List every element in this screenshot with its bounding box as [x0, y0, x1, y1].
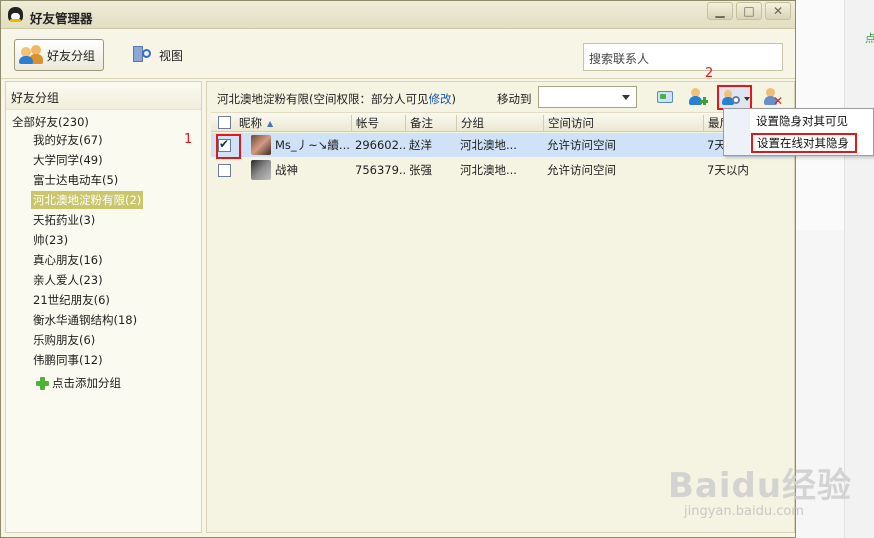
column-header-group[interactable]: 分组 — [456, 115, 543, 131]
window-title: 好友管理器 — [30, 11, 93, 26]
cell-space-access: 允许访问空间 — [547, 163, 616, 177]
view-icon — [131, 44, 155, 66]
row-checkbox[interactable] — [218, 164, 231, 177]
add-group-label: 点击添加分组 — [52, 376, 121, 390]
column-header-account[interactable]: 帐号 — [351, 115, 405, 131]
friend-groups-button[interactable]: 好友分组 — [14, 39, 104, 71]
invisibility-icon — [732, 96, 740, 104]
watermark-brand: Baidu经验 — [668, 466, 853, 506]
toolbar: 好友分组 视图 搜索联系人 — [1, 29, 795, 79]
menu-item-invisible-when-online[interactable]: 设置在线对其隐身 — [751, 133, 857, 153]
sidebar-item[interactable]: 真心朋友(16) — [31, 251, 105, 269]
plus-icon — [36, 376, 49, 390]
add-group-button[interactable]: 点击添加分组 — [36, 374, 121, 392]
delete-friend-button[interactable]: ✕ — [763, 87, 783, 107]
delete-user-icon: ✕ — [773, 94, 784, 108]
dropdown-arrow-icon — [744, 97, 750, 101]
contact-card-button[interactable] — [655, 87, 675, 107]
cell-group: 河北澳地... — [460, 138, 517, 152]
cell-account: 756379... — [355, 163, 405, 177]
column-header-space-access[interactable]: 空间访问 — [543, 115, 703, 131]
baidu-jingyan-watermark: Baidu经验 jingyan.baidu.com — [668, 458, 853, 519]
annotation-2: 2 — [705, 66, 714, 81]
close-icon[interactable]: ✕ — [765, 2, 791, 20]
avatar — [251, 160, 271, 180]
add-user-icon — [700, 97, 708, 105]
invisibility-settings-button[interactable] — [717, 85, 752, 110]
group-sidebar: 好友分组 全部好友(230) 我的好友(67) 大学同学(49) 富士达电动车(… — [5, 81, 202, 533]
sidebar-item[interactable]: 我的好友(67) — [31, 131, 105, 149]
chevron-down-icon — [622, 95, 630, 100]
cell-remark: 赵洋 — [409, 138, 432, 152]
minimize-icon[interactable]: ▁ — [707, 2, 733, 20]
menu-gutter — [724, 109, 750, 155]
window-controls: ▁ □ ✕ — [707, 2, 791, 22]
cell-group: 河北澳地... — [460, 163, 517, 177]
checkbox-highlight — [216, 134, 241, 159]
invisibility-menu: 设置隐身对其可见 设置在线对其隐身 — [723, 108, 874, 156]
menu-item-visible-when-invisible[interactable]: 设置隐身对其可见 — [752, 111, 858, 131]
sidebar-header: 好友分组 — [6, 82, 201, 110]
sidebar-item[interactable]: 天拓药业(3) — [31, 211, 97, 229]
view-label: 视图 — [159, 48, 184, 63]
column-header-nickname[interactable]: 昵称 ▲ — [235, 115, 351, 131]
annotation-1: 1 — [184, 132, 193, 147]
table-header: 昵称 ▲ 帐号 备注 分组 空间访问 最后 — [211, 112, 794, 132]
modify-link[interactable]: 修改 — [428, 92, 451, 106]
move-to-select[interactable] — [538, 86, 637, 108]
cell-nickname: Ms_丿~↘續... — [275, 138, 350, 152]
background-text: 点 — [865, 32, 874, 45]
group-permission-info: 河北澳地淀粉有限(空间权限：部分人可见修改) — [217, 92, 456, 106]
contact-card-icon — [657, 91, 673, 103]
sidebar-item-all[interactable]: 全部好友(230) — [10, 113, 91, 131]
friends-icon — [19, 45, 43, 65]
cell-last: 7天以内 — [707, 163, 749, 177]
sort-ascending-icon: ▲ — [267, 119, 274, 128]
sidebar-item[interactable]: 大学同学(49) — [31, 151, 105, 169]
qq-penguin-icon — [8, 7, 23, 22]
sidebar-item[interactable]: 富士达电动车(5) — [31, 171, 120, 189]
maximize-icon[interactable]: □ — [736, 2, 762, 20]
add-friend-button[interactable] — [688, 87, 708, 107]
column-header-remark[interactable]: 备注 — [405, 115, 456, 131]
view-button[interactable]: 视图 — [125, 39, 189, 71]
sidebar-item[interactable]: 21世纪朋友(6) — [31, 291, 112, 309]
sidebar-item-selected[interactable]: 河北澳地淀粉有限(2) — [31, 191, 144, 209]
avatar — [251, 135, 271, 155]
search-input[interactable]: 搜索联系人 — [583, 43, 783, 71]
sidebar-item[interactable]: 帅(23) — [31, 231, 70, 249]
cell-space-access: 允许访问空间 — [547, 138, 616, 152]
cell-account: 296602... — [355, 138, 405, 152]
move-to-label: 移动到 — [497, 92, 532, 106]
sidebar-item[interactable]: 伟鹏同事(12) — [31, 351, 105, 369]
watermark-url: jingyan.baidu.com — [684, 504, 804, 519]
sidebar-item[interactable]: 乐购朋友(6) — [31, 331, 97, 349]
list-toolbar: 河北澳地淀粉有限(空间权限：部分人可见修改) 移动到 ✕ — [207, 82, 794, 112]
sidebar-item[interactable]: 亲人爱人(23) — [31, 271, 105, 289]
select-all-checkbox[interactable] — [218, 116, 231, 129]
table-row[interactable]: 战神 756379... 张强 河北澳地... 允许访问空间 7天以内 — [211, 158, 794, 182]
cell-remark: 张强 — [409, 163, 432, 177]
friend-groups-label: 好友分组 — [47, 48, 96, 63]
table-row[interactable]: Ms_丿~↘續... 296602... 赵洋 河北澳地... 允许访问空间 7… — [211, 133, 794, 157]
title-bar: 好友管理器 ▁ □ ✕ — [1, 1, 795, 29]
cell-nickname: 战神 — [275, 163, 298, 177]
sidebar-item[interactable]: 衡水华通钢结构(18) — [31, 311, 139, 329]
